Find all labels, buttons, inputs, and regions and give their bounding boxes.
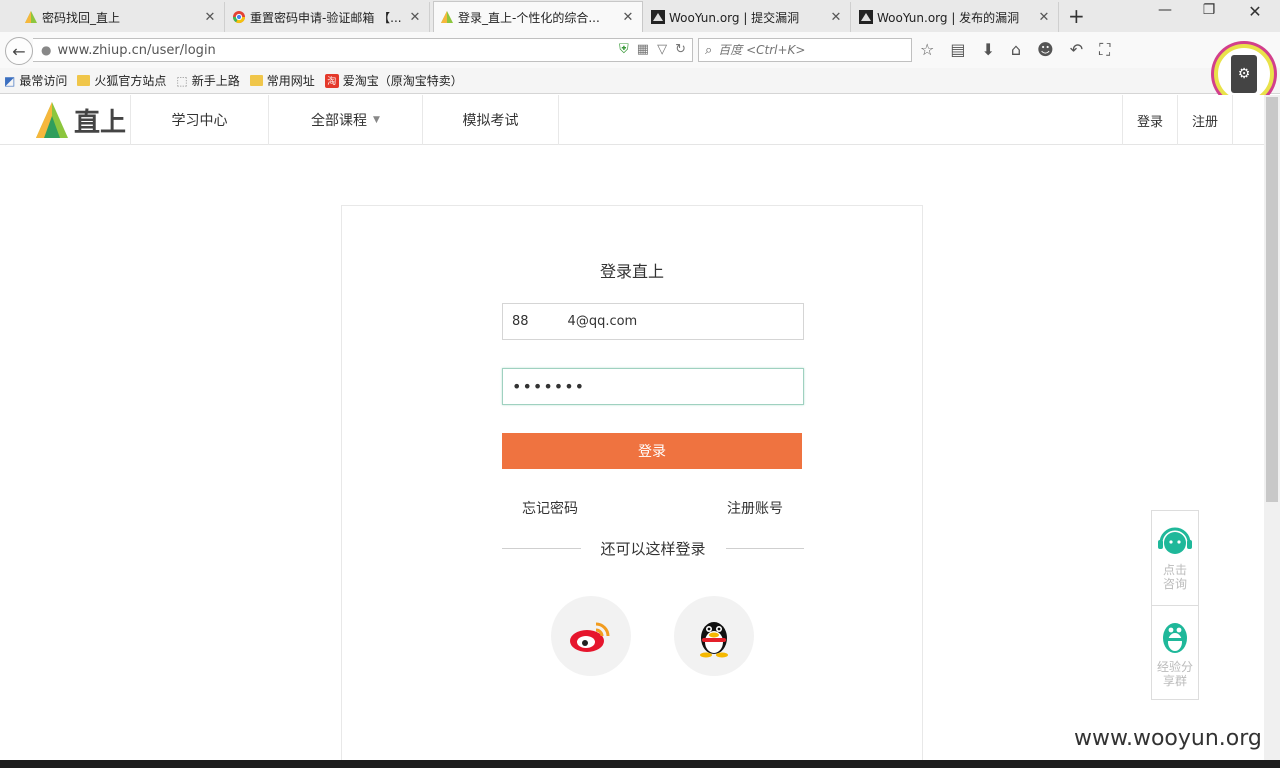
address-bar[interactable]: ● www.zhiup.cn/user/login ⛨ ▦ ▽ ↻: [33, 38, 693, 62]
folder-icon: [249, 75, 263, 86]
search-box[interactable]: ⌕: [698, 38, 912, 62]
zhiup-logo-icon: [36, 102, 68, 138]
qq-login-button[interactable]: [674, 596, 754, 676]
gear-icon: ⚙: [1231, 55, 1257, 93]
close-icon[interactable]: ✕: [1038, 10, 1050, 25]
consult-button[interactable]: 点击咨询: [1152, 511, 1198, 605]
taobao-icon: 淘: [324, 73, 339, 88]
consult-label: 点击咨询: [1162, 563, 1187, 591]
tab-title: WooYun.org | 提交漏洞: [669, 10, 800, 25]
nav-all-courses[interactable]: 全部课程 ▼: [268, 95, 422, 145]
close-icon[interactable]: ✕: [622, 10, 634, 25]
back-button[interactable]: ←: [5, 37, 33, 65]
page-icon: ⬚: [176, 73, 188, 88]
weibo-login-button[interactable]: [551, 596, 631, 676]
scrollbar-thumb[interactable]: [1266, 97, 1278, 502]
login-title: 登录直上: [599, 262, 664, 281]
download-icon[interactable]: ⬇: [981, 40, 994, 60]
bookmark-common-sites[interactable]: 常用网址: [249, 72, 315, 89]
site-header: 直上 学习中心 全部课程 ▼ 模拟考试 登录 注册: [0, 95, 1264, 145]
crop-icon[interactable]: ⛶: [1099, 40, 1110, 60]
toolbar: ☆ ▤ ⬇ ⌂ ☻ ↶ ⛶: [920, 40, 1110, 60]
browser-tab-bar: 密码找回_直上 ✕ 重置密码申请-验证邮箱 【... ✕ 登录_直上-个性化的综…: [0, 0, 1280, 33]
experience-group-label: 经验分享群: [1156, 660, 1193, 688]
close-icon[interactable]: ✕: [830, 10, 842, 25]
reload-icon[interactable]: ↻: [675, 42, 686, 57]
experience-group-button[interactable]: 经验分享群: [1152, 605, 1198, 699]
os-taskbar: [0, 760, 1280, 768]
url-text: www.zhiup.cn/user/login: [57, 42, 216, 58]
qr-code-icon[interactable]: ▦: [637, 42, 649, 57]
tab-reset-password[interactable]: 重置密码申请-验证邮箱 【... ✕: [226, 2, 430, 32]
close-window-icon[interactable]: ✕: [1240, 2, 1270, 21]
zhiup-logo-icon: [25, 11, 37, 23]
arrow-left-icon: ←: [12, 41, 26, 61]
tab-wooyun-published[interactable]: WooYun.org | 发布的漏洞 ✕: [853, 2, 1059, 32]
chrome-icon: [233, 11, 245, 24]
tab-password-recovery[interactable]: 密码找回_直上 ✕: [18, 2, 225, 32]
minimize-icon[interactable]: —: [1150, 2, 1180, 18]
dropdown-icon[interactable]: ▽: [657, 42, 667, 57]
zhiup-logo-icon: [441, 11, 453, 23]
tab-title: WooYun.org | 发布的漏洞: [877, 10, 1020, 25]
login-card: 登录直上 登录 忘记密码 注册账号 还可以这样登录: [341, 205, 923, 765]
reading-list-icon[interactable]: ▤: [950, 40, 965, 60]
email-input[interactable]: [502, 303, 804, 340]
tab-login[interactable]: 登录_直上-个性化的综合... ✕: [433, 1, 643, 33]
shield-icon[interactable]: ⛨: [619, 42, 629, 57]
register-account-link[interactable]: 注册账号: [727, 498, 783, 518]
header-login-link[interactable]: 登录: [1122, 95, 1177, 145]
nav-learning-center[interactable]: 学习中心: [130, 95, 268, 145]
caret-down-icon: ▼: [373, 115, 380, 125]
undo-icon[interactable]: ↶: [1070, 40, 1083, 60]
wooyun-icon: [651, 10, 665, 24]
chat-icon[interactable]: ☻: [1037, 40, 1054, 60]
side-consult-panel: 点击咨询 经验分享群: [1151, 510, 1199, 700]
tab-title: 密码找回_直上: [42, 10, 121, 25]
tab-title: 登录_直上-个性化的综合...: [458, 11, 600, 25]
globe-icon: ●: [41, 43, 52, 57]
search-icon: ⌕: [705, 42, 713, 58]
watermark-text: www.wooyun.org: [1074, 726, 1262, 751]
search-input[interactable]: [718, 43, 899, 57]
bookmark-most-visited[interactable]: ◩ 最常访问: [4, 72, 67, 89]
password-input[interactable]: [502, 368, 804, 405]
restore-icon[interactable]: ❐: [1194, 2, 1224, 18]
forgot-password-link[interactable]: 忘记密码: [522, 498, 578, 518]
browser-nav-bar: ← ● www.zhiup.cn/user/login ⛨ ▦ ▽ ↻ ⌕ ☆ …: [0, 32, 1280, 68]
logo-text: 直上: [74, 107, 127, 138]
qq-group-icon: [1163, 623, 1187, 653]
site-logo[interactable]: 直上: [34, 100, 126, 140]
login-button[interactable]: 登录: [502, 433, 802, 469]
tab-wooyun-submit[interactable]: WooYun.org | 提交漏洞 ✕: [645, 2, 851, 32]
nav-mock-exam[interactable]: 模拟考试: [422, 95, 559, 145]
folder-icon: [77, 75, 91, 86]
close-icon[interactable]: ✕: [409, 10, 421, 25]
bookmarks-bar: ◩ 最常访问 火狐官方站点 ⬚ 新手上路 常用网址 淘爱淘宝（原淘宝特卖）: [0, 68, 1280, 94]
weibo-icon: [570, 622, 610, 652]
wooyun-icon: [859, 10, 873, 24]
bookmark-star-icon[interactable]: ☆: [920, 40, 934, 60]
home-icon[interactable]: ⌂: [1011, 40, 1021, 60]
qq-penguin-icon: [700, 622, 728, 658]
bookmark-getting-started[interactable]: ⬚ 新手上路: [176, 72, 239, 89]
bookmark-firefox-site[interactable]: 火狐官方站点: [77, 72, 166, 89]
header-register-link[interactable]: 注册: [1177, 95, 1233, 145]
bookmark-aitaobao[interactable]: 淘爱淘宝（原淘宝特卖）: [324, 72, 463, 89]
headset-icon: [1158, 527, 1192, 554]
new-tab-button[interactable]: +: [1068, 4, 1085, 28]
tab-title: 重置密码申请-验证邮箱 【...: [250, 10, 402, 25]
alt-login-divider: 还可以这样登录: [502, 536, 805, 560]
bookmark-icon: ◩: [4, 73, 16, 88]
page-scrollbar[interactable]: [1264, 95, 1280, 760]
close-icon[interactable]: ✕: [204, 10, 216, 25]
alt-login-label: 还可以这样登录: [600, 539, 706, 558]
